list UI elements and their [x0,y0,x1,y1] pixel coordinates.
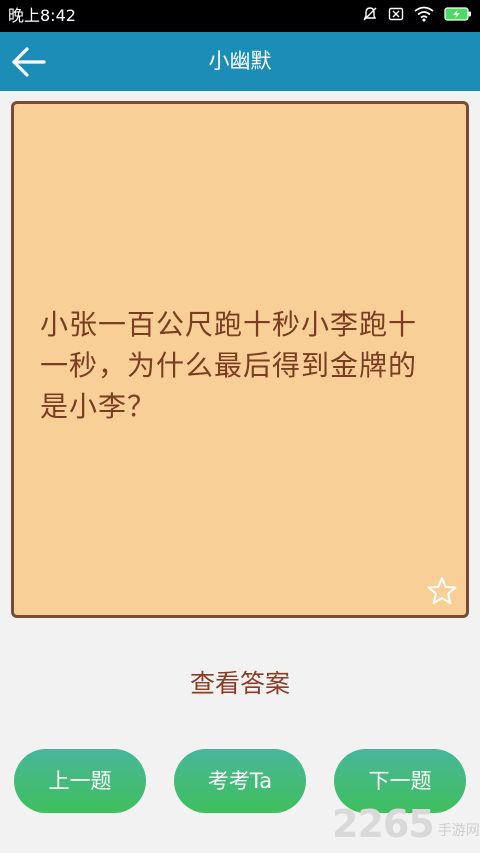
sim-x-icon [388,6,404,26]
watermark-suffix: 手游网 [437,823,480,839]
page-title: 小幽默 [208,49,272,73]
status-time: 晚上8:42 [8,6,76,25]
view-answer-link[interactable]: 查看答案 [0,662,480,706]
quiz-friend-button[interactable]: 考考Ta [174,749,306,813]
joke-question-text: 小张一百公尺跑十秒小李跑十一秒，为什么最后得到金牌的是小李？ [40,308,418,423]
previous-question-button[interactable]: 上一题 [14,749,146,813]
joke-card: 小张一百公尺跑十秒小李跑十一秒，为什么最后得到金牌的是小李？ [11,101,469,618]
watermark-logo: 2265 [332,802,435,846]
mute-bell-icon [362,6,378,26]
battery-charging-icon [444,6,472,26]
wifi-icon [414,6,434,26]
watermark: 2265 手游网 [332,800,480,846]
star-outline-icon[interactable] [426,575,458,607]
app-bar: 小幽默 [0,32,480,91]
status-bar: 晚上8:42 [0,0,480,32]
status-icons [362,6,472,26]
